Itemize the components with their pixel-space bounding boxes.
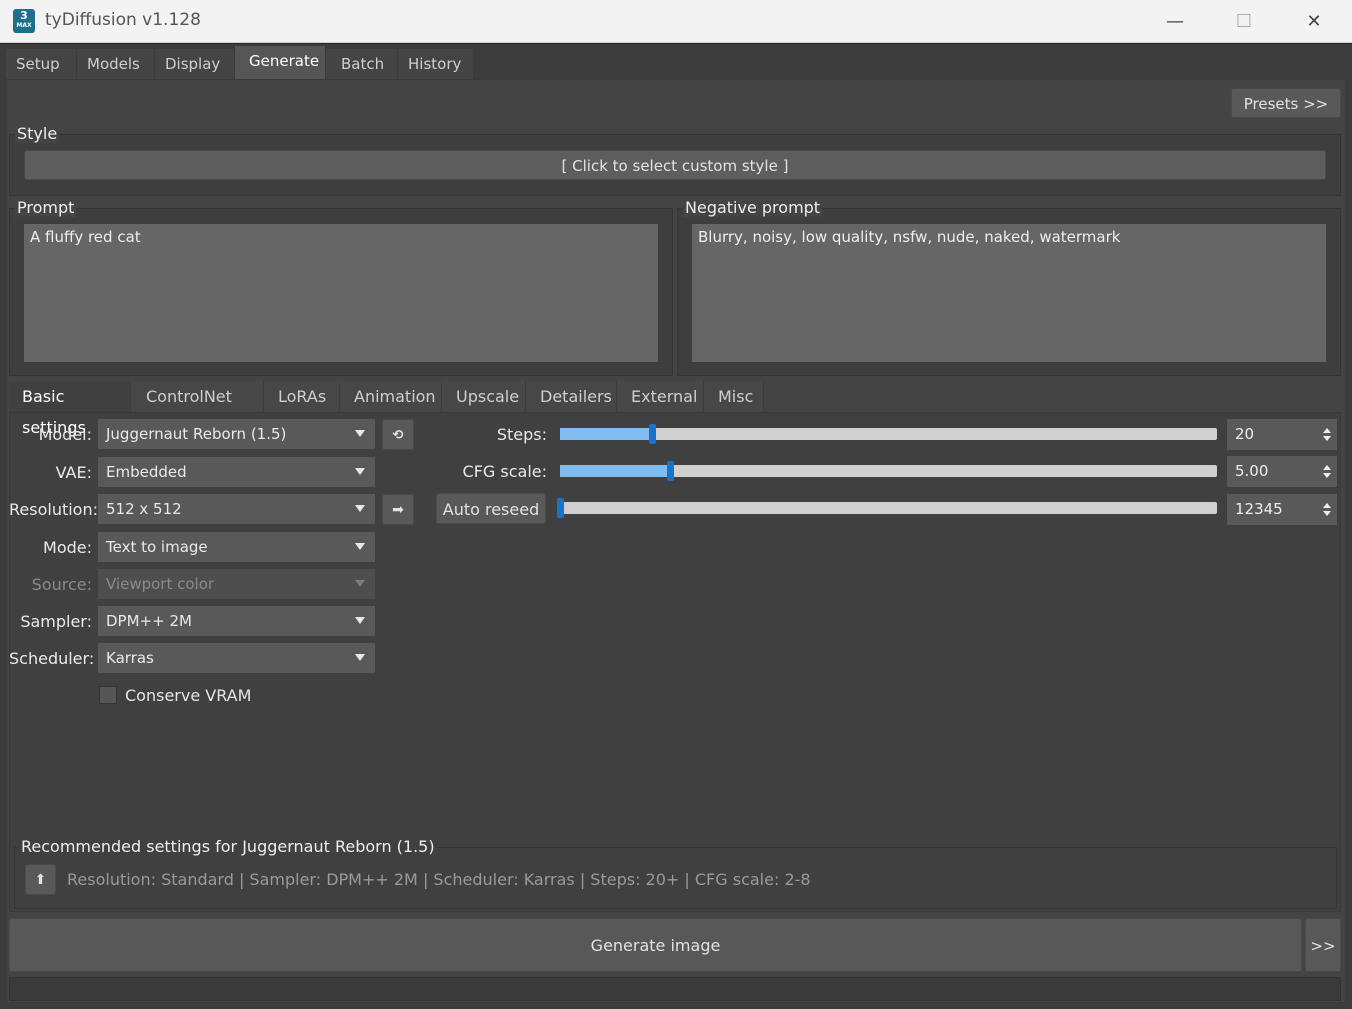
progress-bar	[9, 977, 1341, 1001]
custom-style-button[interactable]: [ Click to select custom style ]	[24, 150, 1326, 180]
sampler-select[interactable]: DPM++ 2M	[98, 606, 375, 636]
window-title: tyDiffusion v1.128	[45, 10, 201, 30]
chevron-down-icon	[355, 654, 365, 661]
refresh-icon: ⟲	[392, 428, 404, 443]
chevron-down-icon	[355, 617, 365, 624]
tab-loras[interactable]: LoRAs	[264, 381, 340, 412]
conserve-vram-checkbox[interactable]	[99, 686, 117, 704]
close-button[interactable]: ✕	[1279, 0, 1349, 43]
tab-models[interactable]: Models	[77, 49, 155, 79]
prompt-input[interactable]: A fluffy red cat	[24, 224, 658, 362]
resolution-apply-button[interactable]: ➡	[382, 494, 414, 525]
tab-animation[interactable]: Animation	[340, 381, 442, 412]
cfg-spinbox[interactable]: 5.00	[1227, 456, 1337, 487]
tab-display[interactable]: Display	[155, 49, 235, 79]
vae-select[interactable]: Embedded	[98, 457, 375, 487]
tab-misc[interactable]: Misc	[704, 381, 764, 412]
spin-down-icon[interactable]	[1323, 473, 1331, 478]
seed-slider[interactable]	[557, 498, 1217, 518]
steps-label: Steps:	[496, 425, 547, 444]
mode-select[interactable]: Text to image	[98, 532, 375, 562]
tab-controlnet[interactable]: ControlNet [1]	[131, 381, 264, 437]
source-select: Viewport color	[98, 569, 375, 599]
chevron-down-icon	[355, 543, 365, 550]
minimize-button[interactable]: —	[1140, 0, 1210, 43]
arrow-up-icon: ⬆	[34, 872, 47, 888]
style-label: Style	[15, 124, 60, 143]
chevron-down-icon	[355, 505, 365, 512]
tab-batch[interactable]: Batch	[326, 49, 398, 79]
recommended-text: Resolution: Standard | Sampler: DPM++ 2M…	[67, 870, 811, 889]
tab-setup[interactable]: Setup	[6, 49, 77, 79]
scheduler-label: Scheduler:	[9, 649, 95, 668]
recommended-label: Recommended settings for Juggernaut Rebo…	[19, 837, 437, 856]
maximize-button[interactable]: ☐	[1209, 0, 1279, 43]
negative-prompt-label: Negative prompt	[683, 198, 823, 217]
spin-up-icon[interactable]	[1323, 503, 1331, 508]
maximize-icon: ☐	[1235, 11, 1253, 32]
tab-external[interactable]: External	[617, 381, 704, 412]
steps-spinbox[interactable]: 20	[1227, 419, 1337, 450]
tab-history[interactable]: History	[398, 49, 474, 79]
vae-label: VAE:	[55, 463, 92, 482]
generate-image-button[interactable]: Generate image	[9, 918, 1302, 972]
source-label: Source:	[31, 575, 92, 594]
spin-up-icon[interactable]	[1323, 465, 1331, 470]
negative-prompt-input[interactable]: Blurry, noisy, low quality, nsfw, nude, …	[692, 224, 1326, 362]
chevron-down-icon	[355, 580, 365, 587]
tab-detailers[interactable]: Detailers	[526, 381, 617, 412]
scheduler-select[interactable]: Karras	[98, 643, 375, 673]
app-icon: 3 MAX	[13, 9, 35, 33]
steps-slider-fill	[560, 428, 652, 440]
chevron-down-icon	[355, 430, 365, 437]
arrow-right-icon: ➡	[392, 502, 404, 518]
close-icon: ✕	[1306, 11, 1322, 32]
apply-recommended-button[interactable]: ⬆	[25, 864, 56, 895]
steps-slider-handle[interactable]	[648, 424, 656, 444]
prompt-label: Prompt	[15, 198, 77, 217]
cfg-slider-fill	[560, 465, 670, 477]
refresh-model-button[interactable]: ⟲	[382, 419, 414, 450]
sampler-label: Sampler:	[20, 612, 92, 631]
minimize-icon: —	[1166, 11, 1184, 32]
spin-down-icon[interactable]	[1323, 511, 1331, 516]
model-label: Model:	[38, 425, 92, 444]
mode-label: Mode:	[43, 538, 92, 557]
generate-more-button[interactable]: >>	[1305, 918, 1341, 972]
conserve-vram-label: Conserve VRAM	[125, 686, 252, 705]
tab-basic-settings[interactable]: Basic settings	[9, 381, 131, 437]
chevron-down-icon	[355, 468, 365, 475]
presets-button[interactable]: Presets >>	[1231, 88, 1341, 118]
seed-slider-handle[interactable]	[557, 498, 564, 518]
auto-reseed-button[interactable]: Auto reseed	[436, 493, 546, 524]
cfg-slider-handle[interactable]	[666, 461, 674, 481]
tab-generate[interactable]: Generate	[235, 46, 326, 80]
tab-upscale[interactable]: Upscale	[442, 381, 526, 412]
spin-up-icon[interactable]	[1323, 428, 1331, 433]
spin-down-icon[interactable]	[1323, 436, 1331, 441]
title-bar: 3 MAX tyDiffusion v1.128 — ☐ ✕	[0, 0, 1352, 43]
cfg-slider[interactable]	[560, 461, 1217, 481]
resolution-label: Resolution:	[9, 500, 98, 519]
seed-spinbox[interactable]: 12345	[1227, 494, 1337, 525]
model-select[interactable]: Juggernaut Reborn (1.5)	[98, 419, 375, 449]
resolution-select[interactable]: 512 x 512	[98, 494, 375, 524]
steps-slider[interactable]	[560, 424, 1217, 444]
cfg-label: CFG scale:	[462, 462, 547, 481]
